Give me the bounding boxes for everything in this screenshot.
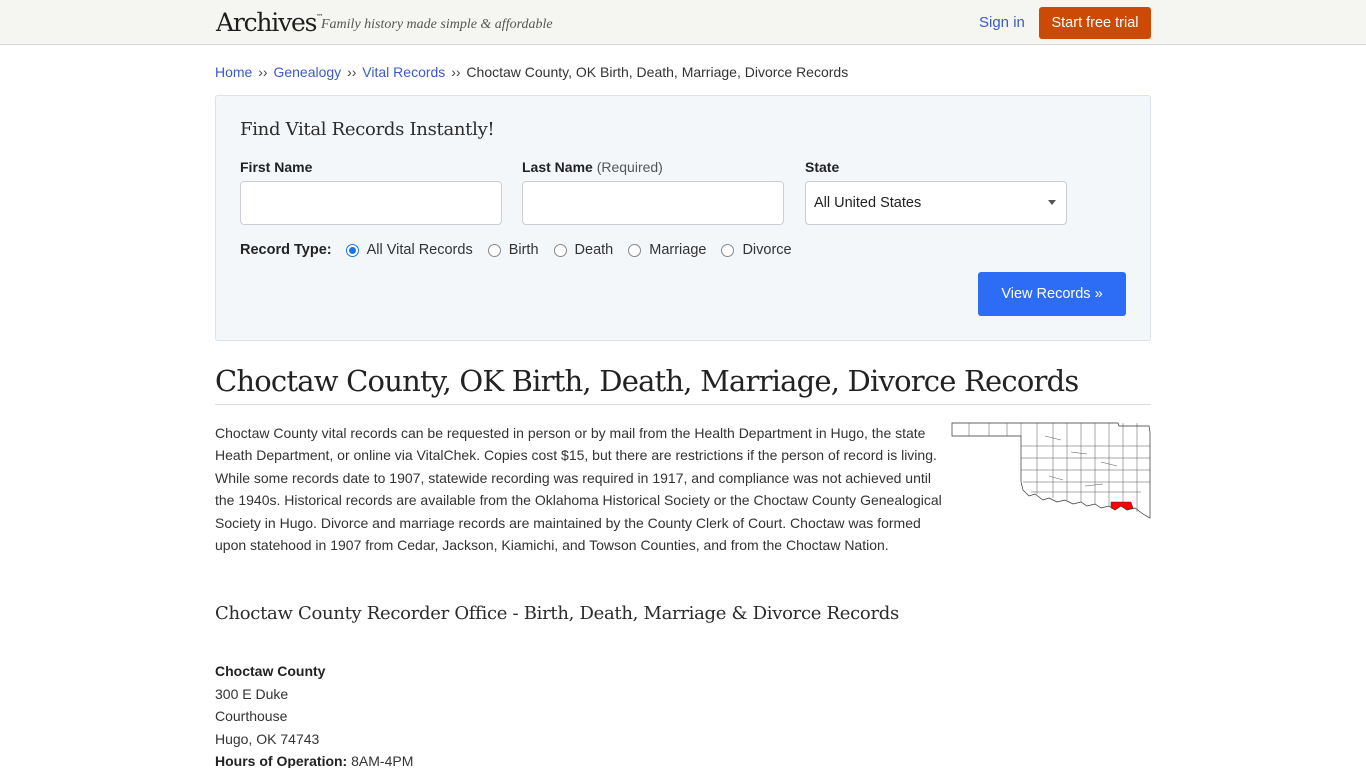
radio-label: Marriage [649,242,707,258]
intro-paragraph: Choctaw County vital records can be requ… [215,425,942,554]
choctaw-county-highlight [1110,501,1134,511]
required-note: (Required) [596,159,663,175]
radio-death[interactable]: Death [553,242,614,258]
radio-birth[interactable]: Birth [487,242,539,258]
oklahoma-county-map [951,422,1151,519]
hours-label: Hours of Operation: [215,753,348,768]
state-select[interactable]: All United States [805,181,1067,225]
last-name-input[interactable] [522,181,784,225]
address-line: Hugo, OK 74743 [215,730,320,747]
view-records-button[interactable]: View Records » [978,272,1126,316]
office-hours: Hours of Operation: 8AM-4PM [215,750,1151,768]
record-type-group: Record Type: All Vital Records Birth Dea… [240,242,807,258]
radio-label: Death [574,242,614,258]
intro-section: Choctaw County vital records can be requ… [215,422,1151,556]
chevron-down-icon [1048,200,1056,205]
last-name-label: Last Name (Required) [522,159,663,175]
address-line: 300 E Duke [215,685,289,702]
breadcrumb-separator: ›› [451,64,461,80]
breadcrumb-separator: ›› [347,64,357,80]
breadcrumb-home[interactable]: Home [215,64,252,80]
breadcrumb-separator: ›› [258,64,268,80]
radio-label: Birth [508,242,539,258]
radio-button[interactable] [721,243,735,257]
radio-button[interactable] [345,243,359,257]
address-line: Courthouse [215,708,288,725]
radio-button[interactable] [553,243,567,257]
search-title: Find Vital Records Instantly! [240,119,495,140]
radio-button[interactable] [628,243,642,257]
office-name: Choctaw County [215,663,326,680]
tagline: Family history made simple & affordable [321,17,553,32]
first-name-input[interactable] [240,181,502,225]
office-address: Choctaw County 300 E Duke Courthouse Hug… [215,660,1151,768]
breadcrumb-current: Choctaw County, OK Birth, Death, Marriag… [466,64,849,80]
breadcrumb-vital-records[interactable]: Vital Records [362,64,445,80]
office-heading: Choctaw County Recorder Office - Birth, … [215,603,899,625]
radio-marriage[interactable]: Marriage [628,242,706,258]
hours-value: 8AM-4PM [351,753,414,768]
site-header: Archives™ Family history made simple & a… [0,0,1366,45]
logo[interactable]: Archives™ [216,8,323,37]
record-type-label: Record Type: [240,242,332,258]
state-label: State [805,159,840,175]
search-form: Find Vital Records Instantly! First Name… [215,95,1151,341]
first-name-label: First Name [240,159,313,175]
radio-divorce[interactable]: Divorce [721,242,792,258]
state-selected-value: All United States [814,195,922,211]
radio-button[interactable] [487,243,501,257]
logo-text: Archives [216,8,317,37]
sign-in-link[interactable]: Sign in [979,14,1025,31]
last-name-label-text: Last Name [522,159,593,175]
radio-label: Divorce [742,242,792,258]
page-title: Choctaw County, OK Birth, Death, Marriag… [215,363,1151,405]
breadcrumb-genealogy[interactable]: Genealogy [273,64,341,80]
radio-all-vital-records[interactable]: All Vital Records [345,242,473,258]
start-free-trial-button[interactable]: Start free trial [1039,7,1151,39]
breadcrumb: Home ›› Genealogy ›› Vital Records ›› Ch… [215,64,1151,80]
radio-label: All Vital Records [366,242,473,258]
